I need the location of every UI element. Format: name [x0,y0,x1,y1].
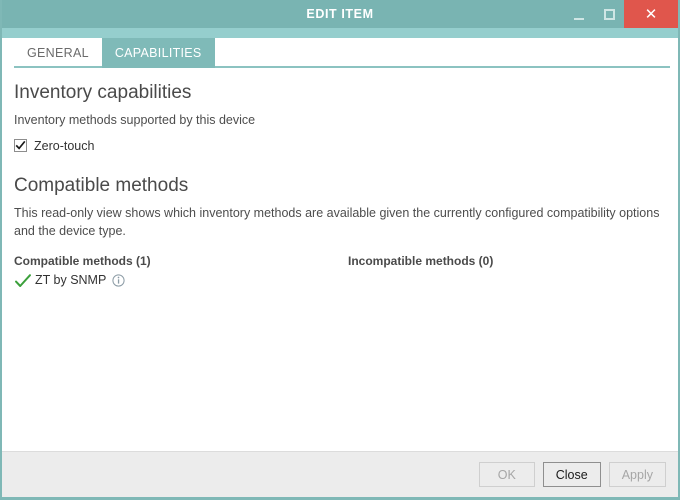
maximize-button[interactable] [594,0,624,28]
compatible-methods-column: Compatible methods (1) ZT by SNMP [14,254,348,290]
window-title: EDIT ITEM [306,7,373,21]
compatible-methods-title: Compatible methods (1) [14,254,348,268]
window-controls: ✕ [564,0,678,28]
tab-capabilities[interactable]: CAPABILITIES [102,38,215,68]
close-button[interactable]: ✕ [624,0,678,28]
check-icon [14,273,32,289]
zero-touch-checkbox[interactable] [14,139,27,152]
zero-touch-checkbox-row[interactable]: Zero-touch [14,139,666,153]
close-icon: ✕ [645,7,658,22]
zero-touch-label: Zero-touch [34,139,94,153]
tab-strip: GENERAL CAPABILITIES [2,38,678,68]
minimize-button[interactable] [564,0,594,28]
list-item: ZT by SNMP [14,272,348,290]
incompatible-methods-column: Incompatible methods (0) [348,254,678,290]
incompatible-methods-title: Incompatible methods (0) [348,254,678,268]
apply-button[interactable]: Apply [609,462,666,487]
dialog-footer: OK Close Apply [2,451,678,497]
compatible-methods-description: This read-only view shows which inventor… [14,204,662,240]
maximize-icon [604,9,615,20]
minimize-icon [574,18,584,20]
checkmark-icon [15,140,26,151]
close-dialog-button[interactable]: Close [543,462,601,487]
methods-columns: Compatible methods (1) ZT by SNMP Incomp… [14,254,666,290]
compatible-methods-heading: Compatible methods [14,175,666,198]
info-icon[interactable] [112,274,125,287]
method-name: ZT by SNMP [35,272,106,290]
inventory-capabilities-heading: Inventory capabilities [14,82,666,105]
title-bar: EDIT ITEM ✕ [2,0,678,28]
tab-general[interactable]: GENERAL [14,38,102,68]
accent-strip [2,28,678,38]
dialog-content: Inventory capabilities Inventory methods… [2,68,678,451]
edit-item-dialog: EDIT ITEM ✕ GENERAL CAPABILITIES Invento… [0,0,680,500]
inventory-capabilities-subtitle: Inventory methods supported by this devi… [14,111,662,129]
ok-button[interactable]: OK [479,462,535,487]
